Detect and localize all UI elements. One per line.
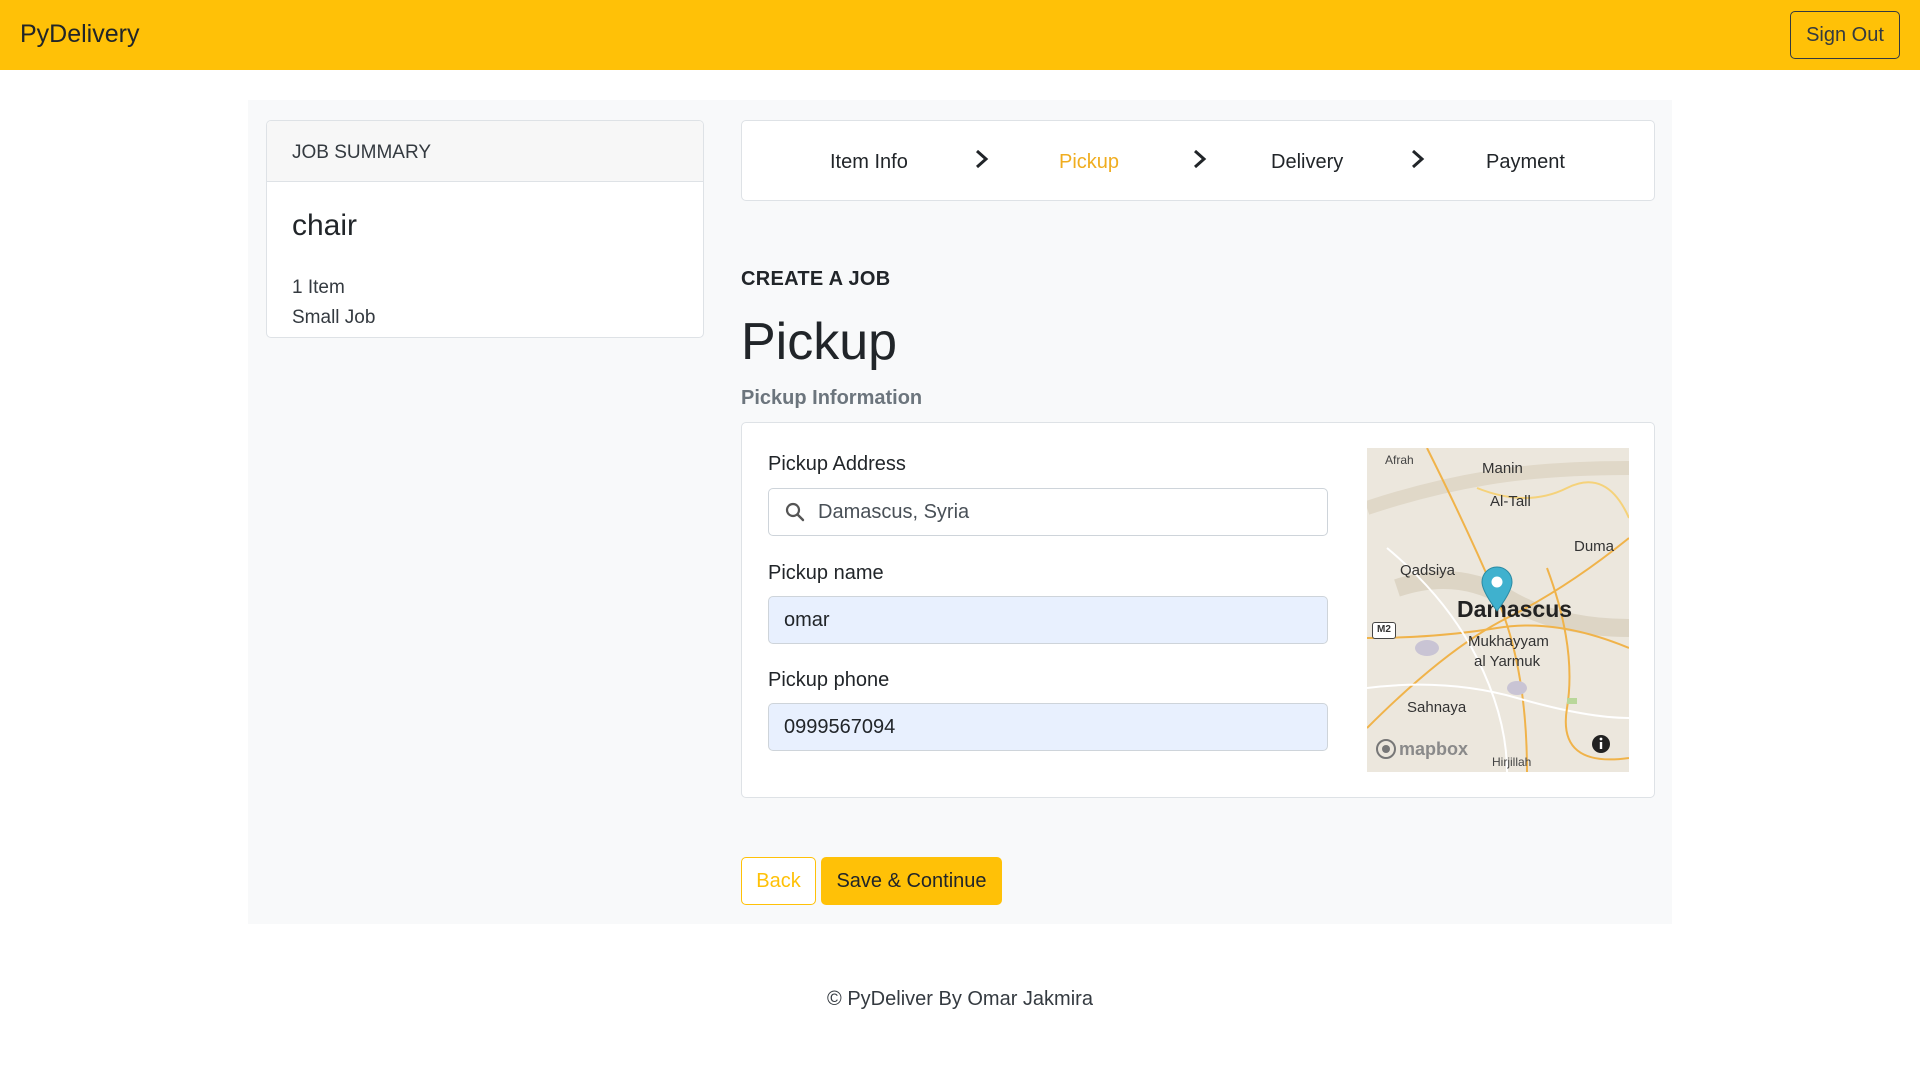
mapbox-text: mapbox — [1399, 738, 1469, 759]
map-place-yarmuk: al Yarmuk — [1474, 653, 1541, 670]
pickup-name-value: omar — [784, 608, 830, 631]
pickup-name-input[interactable]: omar — [768, 596, 1328, 644]
map-place-manin: Manin — [1482, 460, 1523, 477]
page-title: Pickup — [741, 313, 898, 371]
pickup-map[interactable]: Afrah Manin Al-Tall Duma Qadsiya Damascu… — [1367, 448, 1629, 772]
page-footer: © PyDeliver By Omar Jakmira — [827, 988, 1093, 1010]
main-container: JOB SUMMARY chair 1 Item Small Job Item … — [248, 100, 1672, 924]
job-title: chair — [292, 209, 358, 242]
pickup-address-value: Damascus, Syria — [818, 500, 970, 523]
pickup-phone-label: Pickup phone — [768, 669, 890, 691]
progress-steps: Item Info Pickup Delivery Payment — [741, 120, 1655, 201]
mapbox-logo-icon — [1376, 739, 1396, 759]
map-city-label: Damascus — [1457, 596, 1573, 622]
map-place-duma: Duma — [1574, 538, 1615, 555]
info-icon[interactable] — [1591, 734, 1611, 754]
job-summary-card: JOB SUMMARY chair 1 Item Small Job — [266, 120, 704, 338]
pickup-form-card: Pickup Address Damascus, Syria Pickup na… — [741, 422, 1655, 798]
pickup-name-label: Pickup name — [768, 562, 884, 584]
chevron-right-icon — [1412, 149, 1425, 169]
job-size: Small Job — [292, 307, 376, 328]
map-place-al-tall: Al-Tall — [1490, 493, 1531, 510]
pickup-phone-value: 0999567094 — [784, 715, 896, 738]
map-place-sahnaya: Sahnaya — [1407, 699, 1467, 716]
map-place-afrah: Afrah — [1385, 453, 1414, 467]
sign-out-button[interactable]: Sign Out — [1790, 11, 1900, 59]
job-summary-header: JOB SUMMARY — [267, 121, 703, 182]
map-pin-icon[interactable] — [1480, 566, 1514, 612]
step-pickup[interactable]: Pickup — [1059, 151, 1119, 174]
map-place-qadsiya: Qadsiya — [1400, 562, 1456, 579]
save-continue-button[interactable]: Save & Continue — [821, 857, 1002, 905]
map-place-mukhayyam: Mukhayyam — [1468, 633, 1549, 650]
pickup-address-label: Pickup Address — [768, 453, 906, 475]
step-item-info[interactable]: Item Info — [830, 151, 908, 174]
page-subtitle: Pickup Information — [741, 387, 923, 409]
chevron-right-icon — [976, 149, 989, 169]
search-icon — [784, 501, 806, 523]
top-navbar: PyDelivery Sign Out — [0, 0, 1920, 70]
brand-logo[interactable]: PyDelivery — [20, 20, 139, 49]
job-item-count: 1 Item — [292, 277, 345, 298]
mapbox-attribution[interactable]: mapbox — [1375, 738, 1468, 760]
road-badge: M2 — [1372, 622, 1396, 639]
map-place-hirjillah: Hirjillah — [1492, 755, 1532, 769]
section-eyebrow: CREATE A JOB — [741, 268, 891, 290]
back-button[interactable]: Back — [741, 857, 816, 905]
pickup-phone-input[interactable]: 0999567094 — [768, 703, 1328, 751]
step-payment[interactable]: Payment — [1486, 151, 1565, 174]
step-delivery[interactable]: Delivery — [1271, 151, 1343, 174]
chevron-right-icon — [1194, 149, 1207, 169]
pickup-address-input[interactable]: Damascus, Syria — [768, 488, 1328, 536]
